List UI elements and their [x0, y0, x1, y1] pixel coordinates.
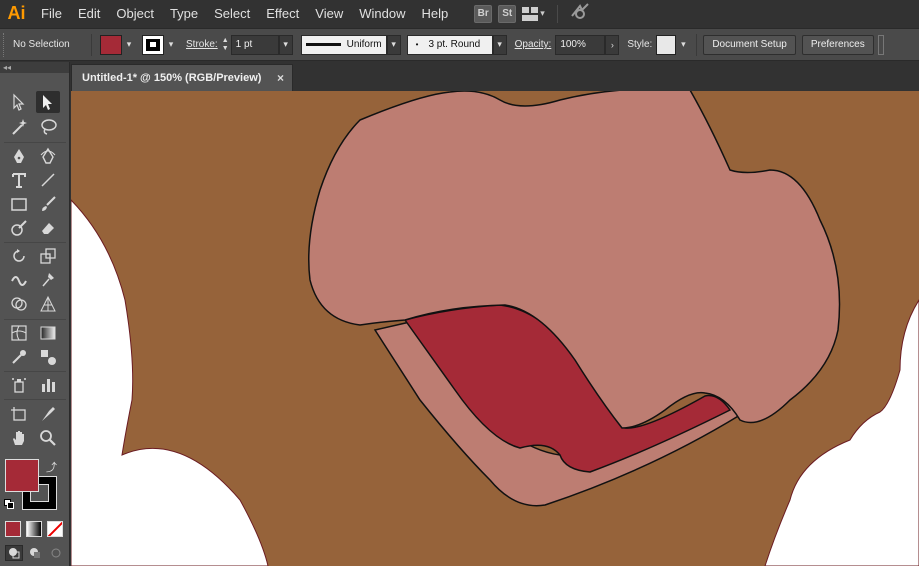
magic-wand-tool-icon[interactable] — [7, 116, 31, 138]
brush-dropdown-icon[interactable]: ▾ — [492, 34, 507, 55]
stroke-profile-field[interactable]: Uniform — [300, 34, 387, 55]
menu-effect[interactable]: Effect — [258, 0, 307, 27]
pen-tool-icon[interactable] — [7, 145, 31, 167]
brush-dot-icon: • — [415, 40, 419, 49]
tool-divider — [4, 399, 66, 400]
arrange-documents-icon[interactable]: ▾ — [522, 6, 545, 21]
draw-behind-icon[interactable] — [26, 545, 44, 561]
tools-panel: ◂◂ ⤴ — [0, 62, 70, 566]
type-tool-icon[interactable] — [7, 169, 31, 191]
hand-tool-icon[interactable] — [7, 427, 31, 449]
tool-divider — [4, 371, 66, 372]
stroke-stepper-icon[interactable]: ▲ ▼ — [222, 37, 229, 53]
document-tab-bar: Untitled-1* @ 150% (RGB/Preview) × — [71, 62, 919, 91]
scale-tool-icon[interactable] — [36, 245, 60, 267]
eyedropper-tool-icon[interactable] — [7, 346, 31, 368]
column-graph-tool-icon[interactable] — [36, 374, 60, 396]
line-segment-tool-icon[interactable] — [36, 169, 60, 191]
menu-window[interactable]: Window — [351, 0, 413, 27]
fill-swatch[interactable] — [100, 34, 122, 55]
brush-field[interactable]: • 3 pt. Round — [406, 34, 493, 55]
opacity-field[interactable]: 100% — [555, 34, 606, 55]
stroke-weight-field[interactable]: 1 pt — [230, 34, 279, 55]
style-dropdown-icon[interactable]: ▾ — [676, 35, 690, 55]
color-mode-icon[interactable] — [5, 521, 21, 537]
width-tool-icon[interactable] — [7, 269, 31, 291]
opacity-arrow-icon[interactable]: › — [605, 34, 620, 55]
shaper-tool-icon[interactable] — [7, 217, 31, 239]
tools-panel-collapse[interactable]: ◂◂ — [0, 62, 69, 73]
menu-view[interactable]: View — [307, 0, 351, 27]
shape-builder-tool-icon[interactable] — [7, 293, 31, 315]
stroke-swatch[interactable] — [142, 34, 164, 55]
document-setup-button[interactable]: Document Setup — [703, 34, 796, 55]
bridge-icons: Br St ▾ — [474, 2, 590, 25]
zoom-tool-icon[interactable] — [36, 427, 60, 449]
fill-dropdown-icon[interactable]: ▾ — [122, 35, 136, 55]
divider — [696, 33, 698, 56]
divider — [91, 33, 92, 56]
fill-color-swatch[interactable] — [5, 459, 39, 492]
menu-divider — [556, 4, 558, 23]
stroke-profile-line — [305, 43, 341, 46]
direct-selection-tool-icon[interactable] — [36, 91, 60, 113]
blend-tool-icon[interactable] — [36, 346, 60, 368]
menu-select[interactable]: Select — [206, 0, 258, 27]
rotate-tool-icon[interactable] — [7, 245, 31, 267]
document-tab-title: Untitled-1* @ 150% (RGB/Preview) — [82, 72, 262, 84]
bridge-button[interactable]: Br — [474, 4, 493, 23]
artboard-canvas[interactable] — [71, 91, 919, 566]
gpu-performance-icon[interactable] — [570, 2, 590, 25]
slice-tool-icon[interactable] — [36, 403, 60, 425]
default-fill-stroke-icon[interactable] — [4, 499, 14, 509]
opacity-label[interactable]: Opacity: — [515, 39, 552, 50]
close-tab-icon[interactable]: × — [277, 71, 284, 85]
tool-divider — [4, 142, 66, 143]
panel-menu-icon[interactable] — [877, 34, 884, 55]
gradient-mode-icon[interactable] — [26, 521, 42, 537]
stroke-weight-dropdown-icon[interactable]: ▾ — [278, 34, 293, 55]
puppet-warp-tool-icon[interactable] — [36, 269, 60, 291]
document-tab[interactable]: Untitled-1* @ 150% (RGB/Preview) × — [71, 64, 293, 91]
stroke-profile-dropdown-icon[interactable]: ▾ — [386, 34, 401, 55]
stroke-label[interactable]: Stroke: — [186, 39, 218, 50]
eraser-tool-icon[interactable] — [36, 217, 60, 239]
selection-status: No Selection — [13, 39, 70, 50]
swap-fill-stroke-icon[interactable]: ⤴ — [46, 459, 57, 475]
artwork[interactable] — [71, 91, 919, 566]
tool-divider — [4, 319, 66, 320]
control-bar: No Selection ▾ ▾ Stroke: ▲ ▼ 1 pt ▾ Unifo… — [0, 28, 919, 61]
lasso-tool-icon[interactable] — [36, 116, 60, 138]
selection-tool-icon[interactable] — [7, 91, 31, 113]
rectangle-tool-icon[interactable] — [7, 193, 31, 215]
preferences-button[interactable]: Preferences — [801, 34, 874, 55]
symbol-sprayer-tool-icon[interactable] — [7, 374, 31, 396]
mesh-tool-icon[interactable] — [7, 322, 31, 344]
stock-button[interactable]: St — [498, 4, 517, 23]
draw-normal-icon[interactable] — [5, 545, 23, 561]
menu-edit[interactable]: Edit — [70, 0, 108, 27]
none-mode-icon[interactable] — [47, 521, 63, 537]
menu-type[interactable]: Type — [162, 0, 206, 27]
tool-divider — [4, 242, 66, 243]
panel-grip[interactable] — [3, 32, 8, 57]
stroke-dropdown-icon[interactable]: ▾ — [164, 35, 178, 55]
menu-help[interactable]: Help — [413, 0, 456, 27]
style-swatch[interactable] — [656, 34, 677, 55]
menu-file[interactable]: File — [33, 0, 70, 27]
menu-object[interactable]: Object — [108, 0, 162, 27]
draw-inside-icon[interactable] — [47, 545, 65, 561]
curvature-tool-icon[interactable] — [36, 145, 60, 167]
paintbrush-tool-icon[interactable] — [36, 193, 60, 215]
gradient-tool-icon[interactable] — [36, 322, 60, 344]
perspective-grid-tool-icon[interactable] — [36, 293, 60, 315]
artboard-tool-icon[interactable] — [7, 403, 31, 425]
app-logo: Ai — [7, 3, 26, 23]
menu-bar: Ai File Edit Object Type Select Effect V… — [0, 0, 919, 27]
style-label: Style: — [627, 39, 653, 50]
